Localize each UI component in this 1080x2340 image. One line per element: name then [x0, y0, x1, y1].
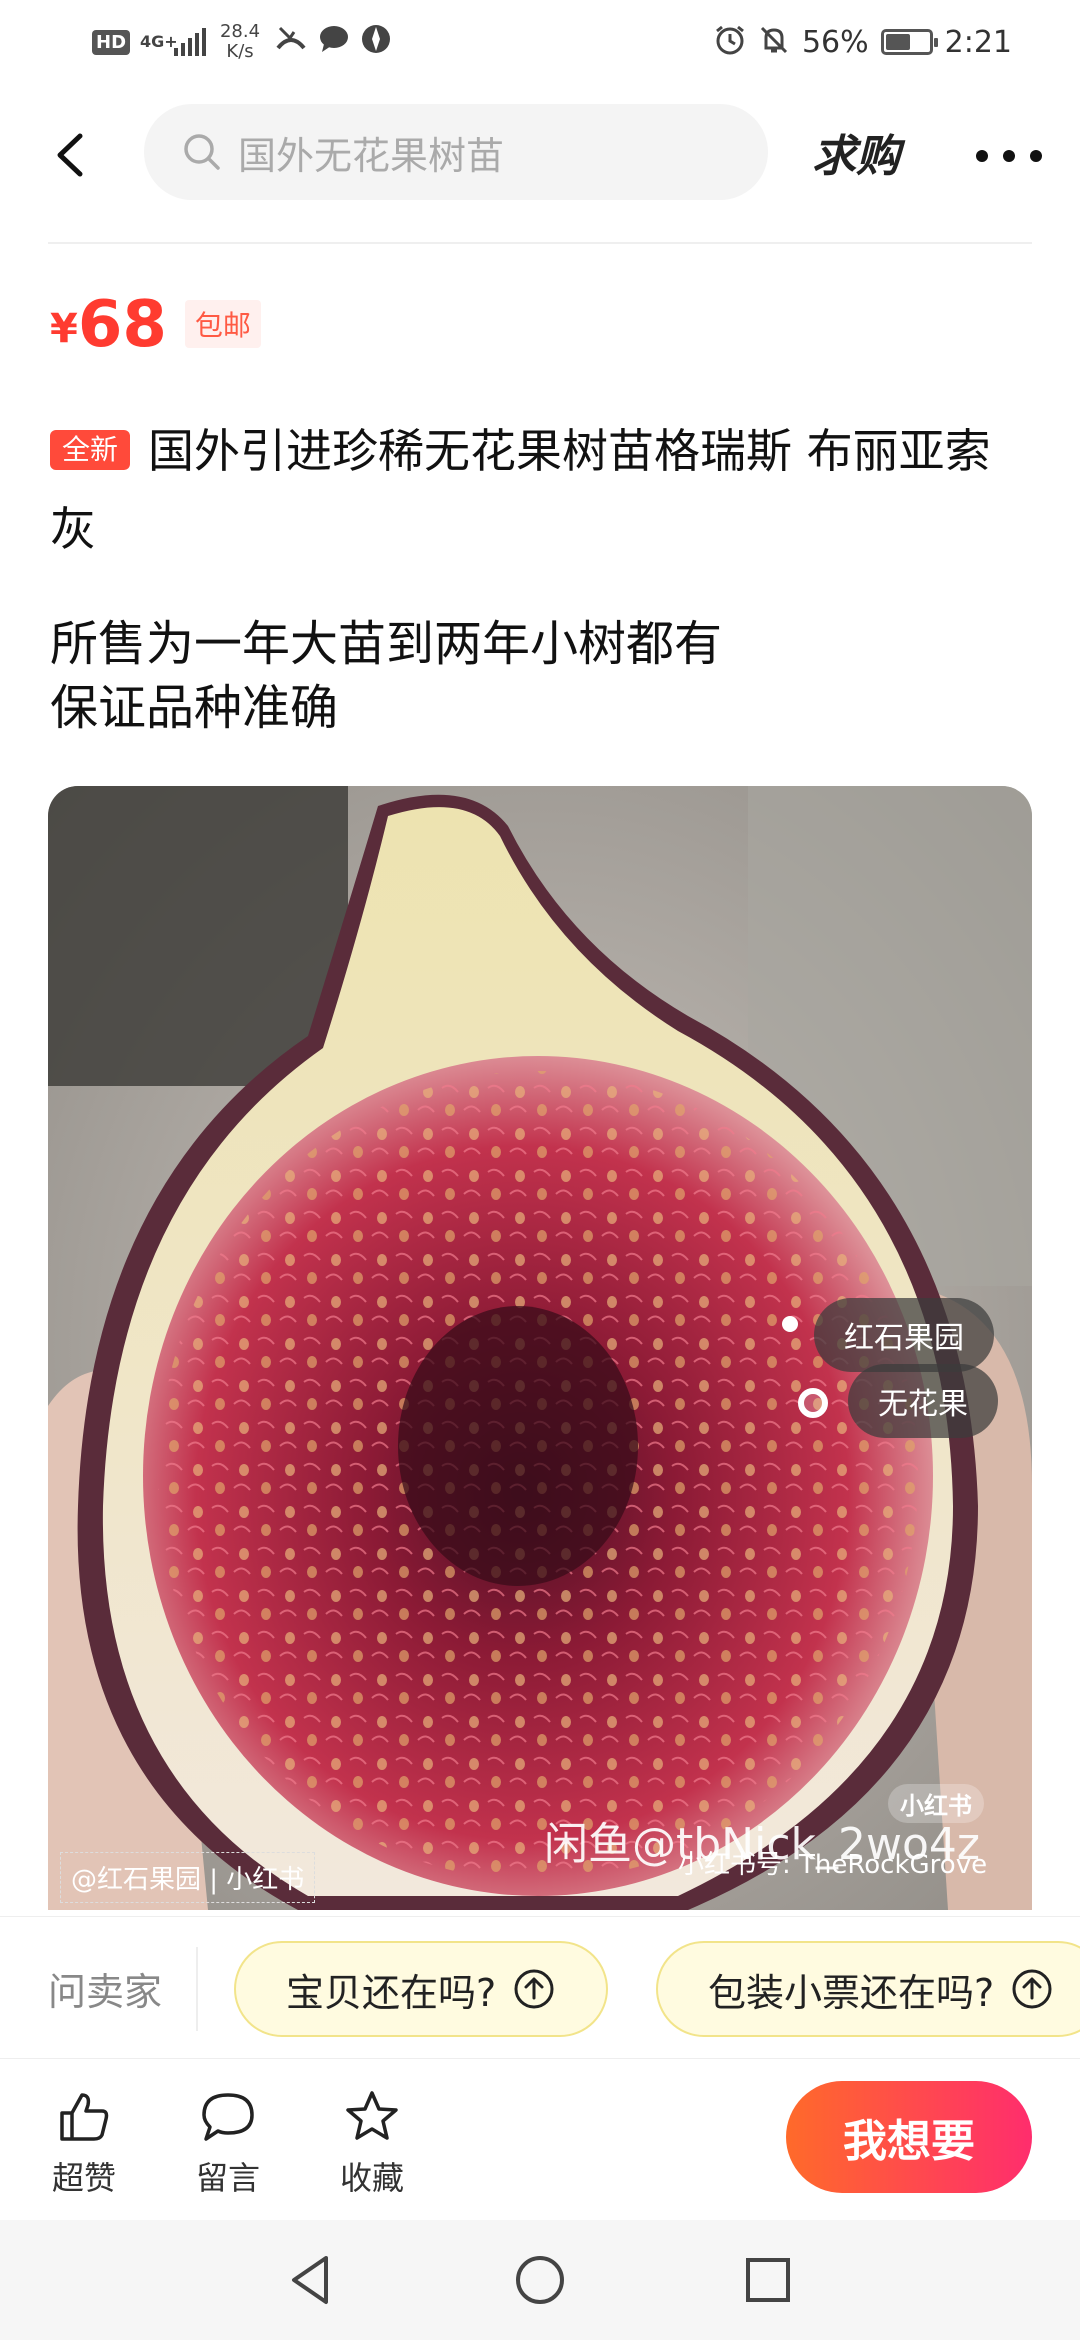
image-tag-1[interactable]: 红石果园 — [814, 1298, 994, 1372]
status-right: 56% 2:21 — [714, 22, 1012, 62]
condition-badge: 全新 — [50, 430, 131, 470]
clock-time: 2:21 — [944, 24, 1012, 60]
thumbs-up-icon — [60, 2093, 109, 2141]
image-tag-2[interactable]: 无花果 — [848, 1364, 998, 1438]
quick-question-chip[interactable]: 包装小票还在吗? — [656, 1941, 1080, 2037]
missed-call-icon — [274, 24, 308, 61]
favorite-label: 收藏 — [339, 2159, 404, 2197]
quick-question-chip[interactable]: 宝贝还在吗? — [234, 1941, 609, 2037]
want-button[interactable]: 我想要 — [786, 2081, 1032, 2193]
speed-unit: K/s — [226, 41, 254, 62]
buy-request-button[interactable]: 求购 — [812, 120, 900, 184]
product-title: 全新 国外引进珍稀无花果树苗格瑞斯 布丽亚索灰 — [50, 412, 1030, 568]
search-placeholder: 国外无花果树苗 — [238, 133, 505, 178]
product-description: 所售为一年大苗到两年小树都有 保证品种准确 — [50, 612, 1030, 740]
ask-separator — [196, 1947, 198, 2031]
search-input[interactable]: 国外无花果树苗 — [144, 104, 768, 200]
status-left: HD 4G+ 28.4 K/s — [92, 22, 392, 62]
message-icon — [318, 24, 350, 61]
send-up-icon — [514, 1969, 554, 2009]
send-up-icon — [1012, 1969, 1052, 2009]
top-header: 国外无花果树苗 求购 — [0, 100, 1080, 210]
alarm-icon — [714, 24, 746, 60]
free-shipping-badge: 包邮 — [184, 300, 261, 348]
product-image[interactable]: 红石果园 无花果 小红书 闲鱼@tbNick_2wo4z 小红书号: TheRo… — [48, 786, 1032, 1910]
battery-percent: 56% — [801, 24, 869, 60]
comment-icon — [202, 2093, 254, 2141]
product-title-text: 国外引进珍稀无花果树苗格瑞斯 布丽亚索灰 — [50, 424, 991, 556]
mute-icon — [758, 24, 790, 60]
network-type: 4G+ — [140, 32, 178, 51]
system-nav-bar — [0, 2220, 1080, 2340]
nav-recents-icon[interactable] — [738, 2250, 798, 2310]
star-icon — [346, 2091, 398, 2140]
favorite-button[interactable]: 收藏 — [332, 2087, 412, 2199]
tag1-dot — [782, 1316, 798, 1332]
chip-label: 宝贝还在吗? — [286, 1970, 497, 2015]
nav-back-icon[interactable] — [282, 2250, 342, 2310]
bottom-action-bar: 超赞 留言 收藏 我想要 — [0, 2058, 1080, 2220]
like-label: 超赞 — [51, 2159, 116, 2197]
chip-label: 包装小票还在吗? — [708, 1970, 995, 2015]
signal-icon — [174, 28, 207, 56]
battery-icon — [880, 29, 938, 55]
price-amount: 68 — [77, 288, 167, 362]
app-notification-icon — [360, 23, 392, 62]
currency-symbol: ¥ — [50, 306, 78, 352]
comment-button[interactable]: 留言 — [188, 2087, 268, 2199]
tag2-dot — [798, 1388, 828, 1418]
back-arrow-icon — [57, 133, 83, 177]
back-button[interactable] — [44, 122, 104, 188]
network-speed: 28.4 K/s — [216, 22, 264, 62]
status-bar: HD 4G+ 28.4 K/s 56% 2:21 — [0, 0, 1080, 86]
comment-label: 留言 — [195, 2159, 260, 2197]
source-id: 小红书号: TheRockGrove — [678, 1850, 988, 1880]
description-line-1: 所售为一年大苗到两年小树都有 — [50, 616, 723, 672]
ask-seller-bar: 问卖家 宝贝还在吗? 包装小票还在吗? — [0, 1916, 1080, 2058]
speed-value: 28.4 — [219, 21, 261, 42]
search-icon — [184, 134, 220, 170]
hd-indicator: HD — [92, 29, 131, 55]
price-row: ¥ 68 包邮 — [50, 290, 261, 360]
like-button[interactable]: 超赞 — [44, 2087, 124, 2199]
ask-seller-label: 问卖家 — [48, 1970, 163, 2014]
header-divider — [48, 242, 1032, 244]
more-options-icon[interactable] — [976, 136, 1042, 176]
source-account: @红石果园 | 小红书 — [60, 1852, 316, 1903]
nav-home-icon[interactable] — [510, 2250, 570, 2310]
description-line-2: 保证品种准确 — [50, 680, 339, 736]
